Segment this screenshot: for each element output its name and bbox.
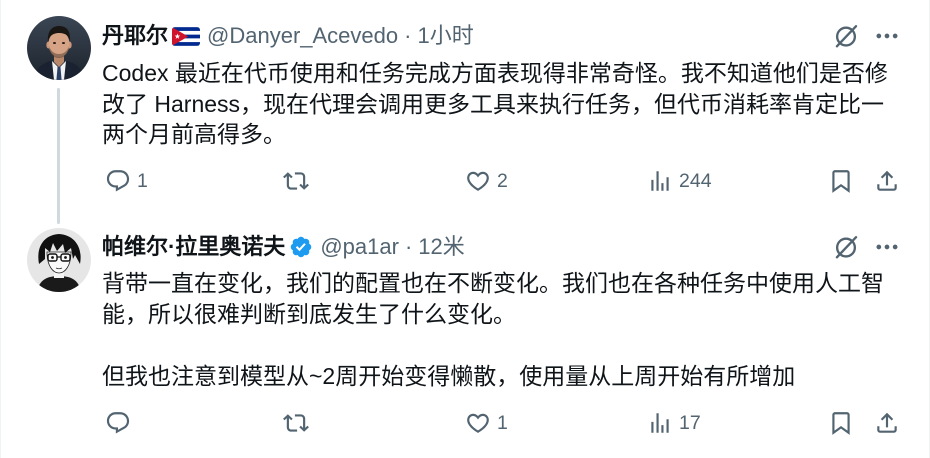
tweet[interactable]: 帕维尔·拉里奥诺夫 @pa1ar · 12米 背带一直在变化，我们的配置也在不断…	[1, 211, 930, 458]
tweet-header: 丹耶尔 @Danyer_Acevedo · 1小时	[102, 21, 474, 51]
author-handle[interactable]: @pa1ar	[320, 232, 399, 262]
views-icon	[651, 413, 669, 433]
grok-button[interactable]	[832, 22, 860, 50]
reply-count: 1	[137, 170, 148, 192]
retweet-button[interactable]	[283, 168, 309, 194]
like-button[interactable]: 1	[465, 410, 508, 436]
tweet-text: 背带一直在变化，我们的配置也在不断变化。我们也在各种任务中使用人工智能，所以很难…	[102, 268, 898, 392]
share-button[interactable]	[874, 410, 900, 436]
action-bar: 1 2 244	[1, 168, 930, 194]
like-count: 2	[497, 170, 508, 192]
separator-dot: ·	[404, 23, 412, 48]
like-icon	[467, 171, 489, 191]
bookmark-button[interactable]	[828, 410, 854, 436]
share-icon	[877, 170, 897, 191]
bookmark-icon	[832, 170, 850, 193]
tweet-paragraph: Codex 最近在代币使用和任务完成方面表现得非常奇怪。我不知道他们是否修改了 …	[102, 60, 888, 147]
author-name[interactable]: 帕维尔·拉里奥诺夫	[102, 232, 285, 262]
more-button[interactable]	[873, 233, 901, 261]
retweet-icon	[283, 414, 309, 432]
bookmark-icon	[832, 412, 850, 435]
like-icon	[467, 413, 489, 433]
avatar[interactable]	[27, 16, 91, 80]
more-icon	[876, 244, 898, 250]
author-name[interactable]: 丹耶尔	[102, 21, 168, 51]
tweet[interactable]: 丹耶尔 @Danyer_Acevedo · 1小时 Codex 最近在代币使用和…	[1, 0, 930, 224]
views-count: 244	[679, 170, 712, 192]
retweet-icon	[283, 172, 309, 190]
reply-icon	[106, 170, 130, 192]
action-bar: 1 17	[1, 410, 930, 436]
reply-icon	[106, 412, 130, 434]
separator-dot: ·	[404, 234, 413, 259]
views-count: 17	[679, 412, 701, 434]
tweet-text: Codex 最近在代币使用和任务完成方面表现得非常奇怪。我不知道他们是否修改了 …	[102, 58, 898, 150]
tweet-paragraph: 背带一直在变化，我们的配置也在不断变化。我们也在各种任务中使用人工智能，所以很难…	[102, 270, 884, 327]
more-button[interactable]	[873, 22, 901, 50]
more-icon	[876, 33, 898, 39]
like-button[interactable]: 2	[465, 168, 508, 194]
post-time[interactable]: 12米	[418, 232, 464, 262]
tweet-paragraph: 但我也注意到模型从~2周开始变得懒散，使用量从上周开始有所增加	[102, 363, 796, 389]
tweet-header: 帕维尔·拉里奥诺夫 @pa1ar · 12米	[102, 232, 465, 262]
like-count: 1	[497, 412, 508, 434]
reply-button[interactable]: 1	[105, 168, 148, 194]
author-handle[interactable]: @Danyer_Acevedo	[207, 21, 398, 51]
avatar-image	[27, 16, 91, 80]
avatar-image	[27, 228, 91, 292]
avatar[interactable]	[27, 228, 91, 292]
grok-icon	[835, 25, 858, 48]
verified-badge-icon	[289, 235, 313, 259]
grok-button[interactable]	[832, 233, 860, 261]
post-time[interactable]: 1小时	[417, 21, 473, 51]
share-icon	[877, 412, 897, 433]
retweet-button[interactable]	[283, 410, 309, 436]
bookmark-button[interactable]	[828, 168, 854, 194]
conversation-thread: 丹耶尔 @Danyer_Acevedo · 1小时 Codex 最近在代币使用和…	[0, 0, 930, 458]
thread-connector-line	[57, 88, 60, 224]
views-button[interactable]: 244	[647, 168, 712, 194]
share-button[interactable]	[874, 168, 900, 194]
reply-button[interactable]	[105, 410, 131, 436]
grok-icon	[835, 236, 858, 259]
cuba-flag-icon	[172, 26, 201, 46]
views-button[interactable]: 17	[647, 410, 701, 436]
views-icon	[651, 171, 669, 191]
